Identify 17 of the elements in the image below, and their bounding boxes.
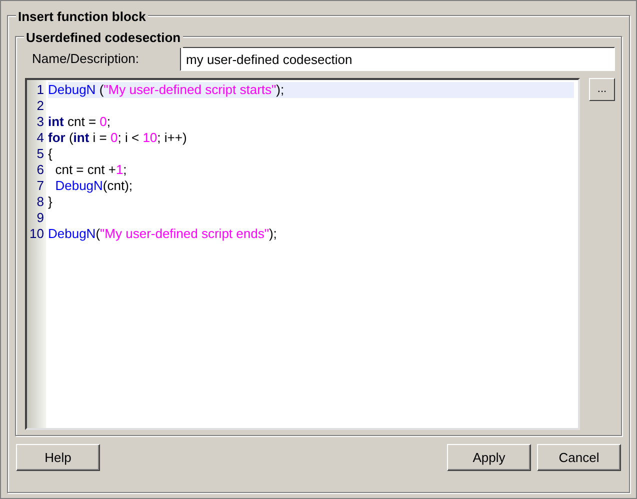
browse-button[interactable]: ... [589,78,615,101]
dialog-button[interactable]: Help [16,444,100,471]
line-number: 4 [36,130,45,146]
dialog-button[interactable]: Cancel [537,444,621,471]
line-number: 1 [36,82,45,98]
line-number: 2 [36,98,45,114]
dialog-button[interactable]: Apply [447,444,531,471]
line-number: 10 [28,226,45,242]
line-number: 6 [36,162,45,178]
line-number: 3 [36,114,45,130]
line-number: 8 [36,194,45,210]
line-number: 9 [36,210,45,226]
line-number: 7 [36,178,45,194]
line-number: 5 [36,146,45,162]
code-editor[interactable]: 1 2 3 4 5 6 7 8 9 10 DebugN ("My user-defined script starts"); int cnt = 0; for (int i = 0; i < 10; i++) { cnt = cnt +1; DebugN(cnt); } DebugN("My user-defined script ends"); [25,78,580,430]
field-label: Name/Description: [31,50,140,68]
name-input-field[interactable]: my user-defined codesection [180,47,615,71]
